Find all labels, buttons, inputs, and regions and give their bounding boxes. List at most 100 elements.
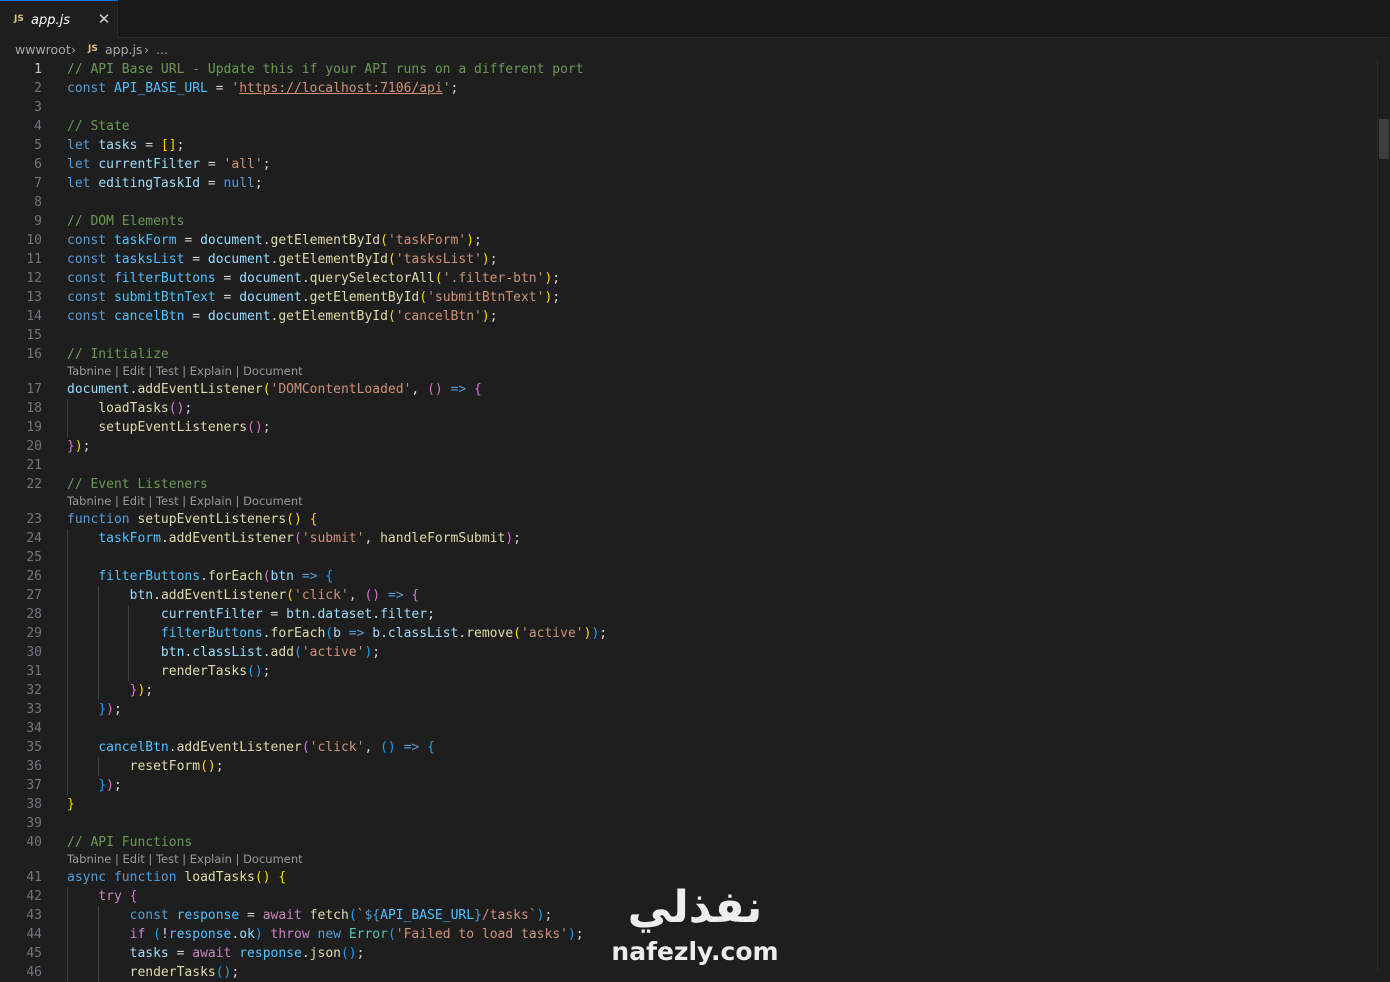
- code-token: tasksList: [113, 252, 185, 267]
- codelens-actions[interactable]: Tabnine | Edit | Test | Explain | Docume…: [67, 493, 303, 510]
- code-token: Error: [348, 927, 388, 942]
- code-line[interactable]: 6 let currentFilter = 'all';: [0, 155, 1390, 174]
- line-number: 9: [34, 214, 42, 229]
- code-line[interactable]: 2 const API_BASE_URL = 'https://localhost…: [0, 79, 1390, 98]
- code-token: resetForm: [129, 759, 201, 774]
- code-token: getElementById: [278, 309, 388, 324]
- vertical-scrollbar[interactable]: [1377, 59, 1390, 971]
- code-line[interactable]: 32 });: [0, 681, 1390, 700]
- code-text: async function loadTasks() {: [67, 868, 286, 887]
- code-token: ): [481, 309, 490, 324]
- code-line[interactable]: 9 // DOM Elements: [0, 212, 1390, 231]
- code-token: =: [176, 233, 201, 248]
- code-line[interactable]: 21: [0, 456, 1390, 475]
- code-token: (: [301, 740, 310, 755]
- code-token: }: [67, 439, 75, 454]
- code-line[interactable]: 18 loadTasks();: [0, 399, 1390, 418]
- code-token: .: [301, 290, 310, 305]
- code-token: ;: [231, 965, 240, 980]
- code-line[interactable]: 15: [0, 326, 1390, 345]
- code-line[interactable]: 28 currentFilter = btn.dataset.filter;: [0, 605, 1390, 624]
- code-token: // Initialize: [67, 347, 169, 362]
- code-token: document: [207, 309, 271, 324]
- code-text: }: [67, 795, 75, 814]
- code-line[interactable]: 10 const taskForm = document.getElementBy…: [0, 231, 1390, 250]
- code-line[interactable]: 24 taskForm.addEventListener('submit', h…: [0, 529, 1390, 548]
- line-number: 31: [26, 664, 42, 679]
- code-token: =>: [395, 740, 428, 755]
- tab-app-js[interactable]: JS app.js ✕: [0, 0, 118, 38]
- code-token: =>: [442, 382, 475, 397]
- code-token: =: [207, 81, 232, 96]
- code-line[interactable]: 30 btn.classList.add('active');: [0, 643, 1390, 662]
- code-line[interactable]: 14 const cancelBtn = document.getElementB…: [0, 307, 1390, 326]
- code-line[interactable]: 36 resetForm();: [0, 757, 1390, 776]
- code-text: const taskForm = document.getElementById…: [67, 231, 482, 250]
- code-line[interactable]: 27 btn.addEventListener('click', () => {: [0, 586, 1390, 605]
- code-line[interactable]: 16 // Initialize: [0, 345, 1390, 364]
- code-token: (: [294, 531, 302, 546]
- breadcrumb-file[interactable]: app.js: [105, 42, 143, 57]
- code-line[interactable]: 33 });: [0, 700, 1390, 719]
- code-line[interactable]: 12 const filterButtons = document.querySe…: [0, 269, 1390, 288]
- code-token: (: [286, 588, 294, 603]
- code-token: renderTasks: [129, 965, 216, 980]
- code-line[interactable]: 31 renderTasks();: [0, 662, 1390, 681]
- code-token: await: [262, 908, 310, 923]
- code-line[interactable]: 39: [0, 814, 1390, 833]
- scrollbar-thumb[interactable]: [1379, 119, 1389, 159]
- code-line[interactable]: 26 filterButtons.forEach(btn => {: [0, 567, 1390, 586]
- line-number: 20: [26, 439, 42, 454]
- code-line[interactable]: 35 cancelBtn.addEventListener('click', (…: [0, 738, 1390, 757]
- code-line[interactable]: 17 document.addEventListener('DOMContentL…: [0, 380, 1390, 399]
- code-line[interactable]: 38}: [0, 795, 1390, 814]
- code-text: document.addEventListener('DOMContentLoa…: [67, 380, 482, 399]
- codelens-actions[interactable]: Tabnine | Edit | Test | Explain | Docume…: [67, 363, 303, 380]
- breadcrumb-folder[interactable]: wwwroot: [15, 42, 71, 57]
- code-editor[interactable]: 1 // API Base URL - Update this if your A…: [0, 59, 1390, 982]
- line-number: 37: [26, 778, 42, 793]
- code-line[interactable]: 22 // Event Listeners: [0, 475, 1390, 494]
- code-token: {: [427, 740, 435, 755]
- code-token: const: [67, 309, 114, 324]
- code-line[interactable]: 40 // API Functions: [0, 833, 1390, 852]
- code-line[interactable]: 19 setupEventListeners();: [0, 418, 1390, 437]
- code-token: ,: [364, 740, 381, 755]
- code-line[interactable]: 13 const submitBtnText = document.getElem…: [0, 288, 1390, 307]
- code-line[interactable]: 11 const tasksList = document.getElementB…: [0, 250, 1390, 269]
- code-line[interactable]: 20});: [0, 437, 1390, 456]
- code-line[interactable]: 3: [0, 98, 1390, 117]
- code-line[interactable]: 23 function setupEventListeners() {: [0, 510, 1390, 529]
- code-line[interactable]: 1 // API Base URL - Update this if your A…: [0, 60, 1390, 79]
- code-token: null: [223, 176, 255, 191]
- code-token: document: [207, 252, 271, 267]
- code-line[interactable]: 4 // State: [0, 117, 1390, 136]
- code-line[interactable]: 7 let editingTaskId = null;: [0, 174, 1390, 193]
- code-token: 'active': [301, 645, 365, 660]
- code-token: b: [372, 626, 381, 641]
- code-token: loadTasks: [98, 401, 169, 416]
- code-line[interactable]: 34: [0, 719, 1390, 738]
- code-token: 'submitBtnText': [427, 290, 545, 305]
- code-token: document: [239, 271, 302, 286]
- line-number: 28: [26, 607, 42, 622]
- code-line[interactable]: 25: [0, 548, 1390, 567]
- close-icon[interactable]: ✕: [95, 10, 113, 28]
- line-number: 27: [26, 588, 42, 603]
- codelens-actions[interactable]: Tabnine | Edit | Test | Explain | Docume…: [67, 851, 303, 868]
- breadcrumb-symbol[interactable]: ...: [156, 42, 168, 57]
- code-line[interactable]: 29 filterButtons.forEach(b => b.classLis…: [0, 624, 1390, 643]
- code-token: =: [184, 252, 208, 267]
- indent-guide: [97, 757, 99, 776]
- line-number: 5: [34, 138, 42, 153]
- code-line[interactable]: 37 });: [0, 776, 1390, 795]
- code-token: setupEventListeners: [98, 420, 248, 435]
- code-token: document: [239, 290, 302, 305]
- code-line[interactable]: 8: [0, 193, 1390, 212]
- code-line[interactable]: 5 let tasks = [];: [0, 136, 1390, 155]
- code-token: cancelBtn: [98, 740, 169, 755]
